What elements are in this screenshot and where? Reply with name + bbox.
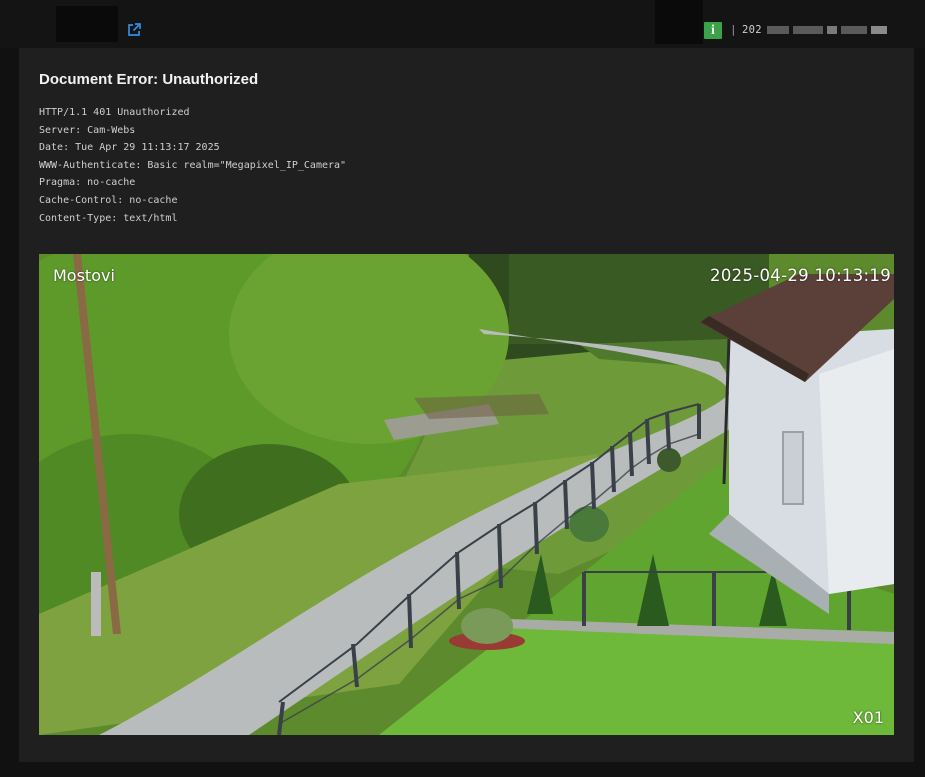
error-panel: Document Error: Unauthorized HTTP/1.1 40… (19, 48, 914, 762)
camera-scene (39, 254, 894, 735)
header-line: Date: Tue Apr 29 11:13:17 2025 (39, 142, 220, 154)
camera-channel-label: X01 (852, 708, 884, 727)
header-line: Cache-Control: no-cache (39, 194, 178, 206)
camera-name-label: Mostovi (53, 266, 115, 285)
camera-datetime-label: 2025-04-29 10:13:19 (710, 266, 891, 285)
redacted-timestamp (767, 22, 899, 38)
response-headers: HTTP/1.1 401 Unauthorized Server: Cam-We… (39, 104, 346, 227)
header-line: WWW-Authenticate: Basic realm="Megapixel… (39, 159, 347, 171)
header-line: Server: Cam-Webs (39, 124, 136, 136)
info-icon[interactable]: i (704, 22, 722, 39)
redacted-title (56, 6, 118, 42)
camera-snapshot: Mostovi 2025-04-29 10:13:19 X01 (39, 254, 894, 735)
top-bar: i | 202 (0, 0, 925, 48)
header-separator: | (730, 23, 737, 36)
redacted-area (655, 0, 703, 44)
external-link-icon[interactable] (126, 22, 142, 38)
error-title: Document Error: Unauthorized (39, 71, 259, 88)
header-timestamp: 202 (742, 24, 762, 36)
header-line: HTTP/1.1 401 Unauthorized (39, 107, 190, 118)
header-line: Pragma: no-cache (39, 177, 136, 189)
header-line: Content-Type: text/html (39, 212, 178, 224)
